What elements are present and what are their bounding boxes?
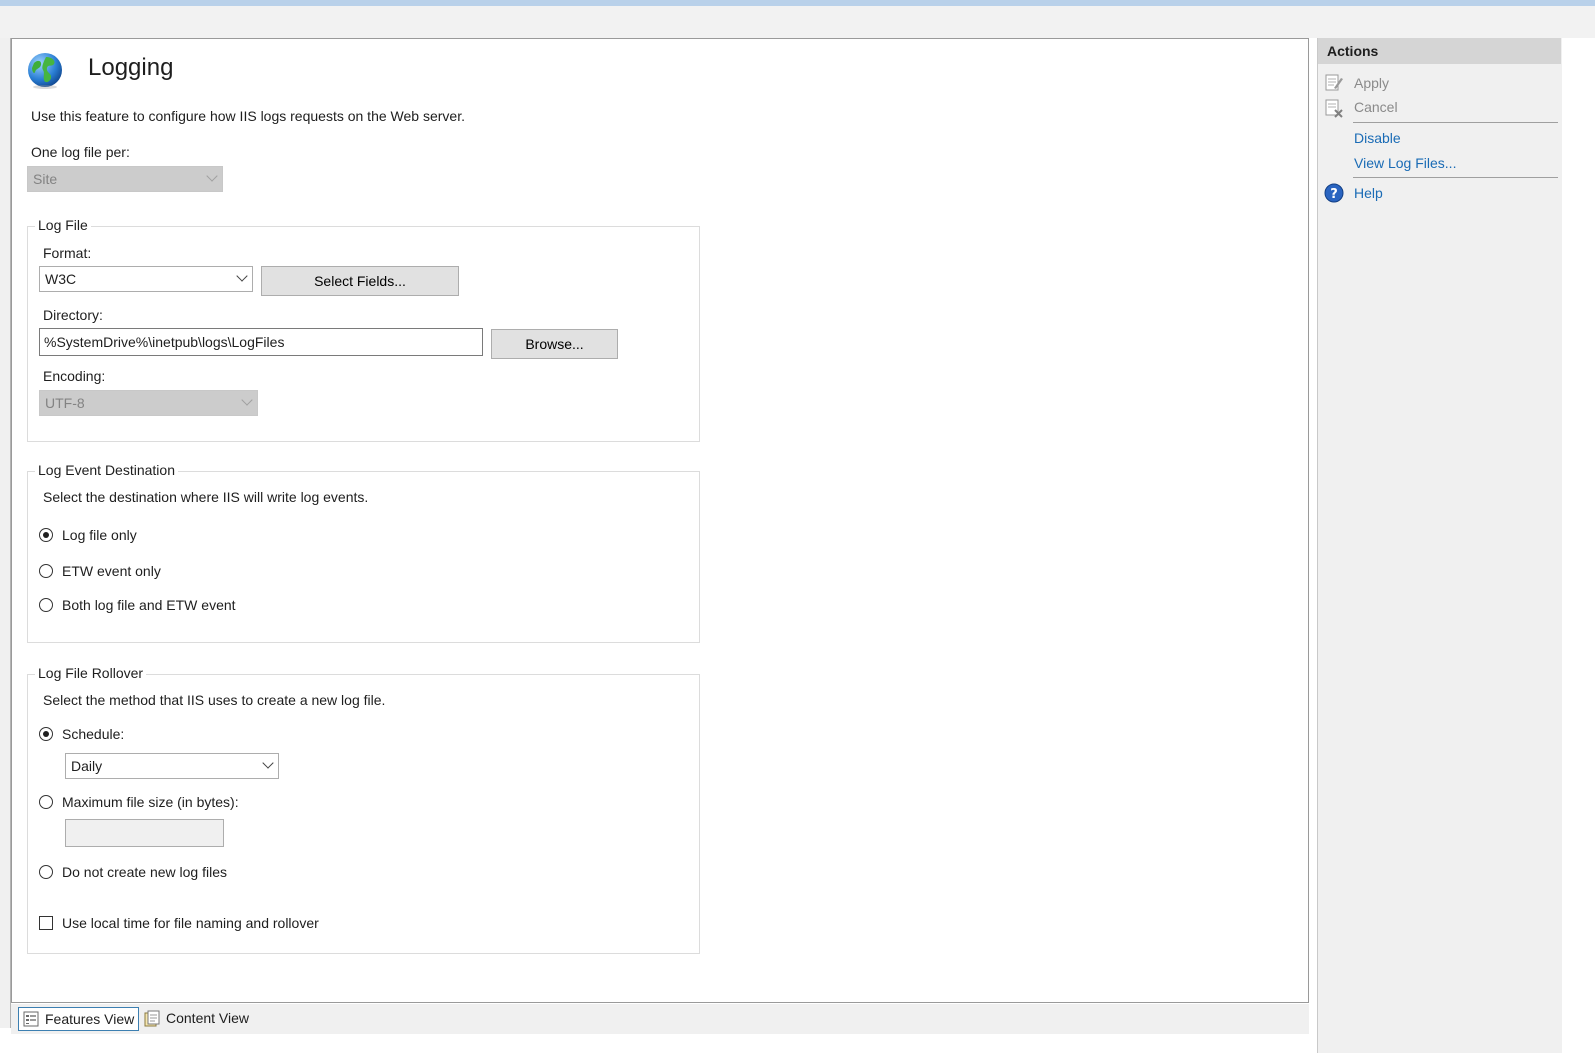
one-log-file-per-select[interactable]: Site <box>27 166 223 192</box>
use-local-time-label[interactable]: Use local time for file naming and rollo… <box>62 915 319 931</box>
schedule-select[interactable]: Daily <box>65 753 279 779</box>
directory-label: Directory: <box>43 307 103 323</box>
radio-both-log-file-and-etw-label[interactable]: Both log file and ETW event <box>62 597 236 613</box>
chevron-down-icon <box>206 170 218 182</box>
log-event-destination-legend: Log Event Destination <box>35 462 178 478</box>
disable-action[interactable]: Disable <box>1354 130 1401 146</box>
cancel-action[interactable]: Cancel <box>1354 99 1398 115</box>
encoding-label: Encoding: <box>43 368 106 384</box>
format-label: Format: <box>43 245 92 261</box>
chevron-down-icon <box>262 757 274 769</box>
encoding-value: UTF-8 <box>45 395 85 411</box>
format-value: W3C <box>45 271 77 287</box>
radio-maximum-file-size-label[interactable]: Maximum file size (in bytes): <box>62 794 239 810</box>
browse-button[interactable]: Browse... <box>491 329 618 359</box>
globe-icon <box>26 51 66 91</box>
content-view-label: Content View <box>166 1010 250 1026</box>
svg-text:?: ? <box>1330 187 1338 202</box>
apply-icon <box>1324 73 1344 93</box>
actions-divider <box>1353 177 1558 178</box>
features-view-label: Features View <box>45 1011 135 1027</box>
connections-pane-edge <box>0 38 11 1028</box>
radio-etw-event-only[interactable] <box>39 564 53 578</box>
radio-both-log-file-and-etw[interactable] <box>39 598 53 612</box>
content-view-tab[interactable]: Content View <box>140 1007 270 1031</box>
navigation-strip <box>0 6 1595 38</box>
select-fields-button[interactable]: Select Fields... <box>261 266 459 296</box>
content-view-icon <box>143 1010 161 1028</box>
one-log-file-per-value: Site <box>33 171 58 187</box>
log-event-destination-description: Select the destination where IIS will wr… <box>43 489 369 505</box>
actions-header: Actions <box>1318 38 1561 64</box>
features-view-tab[interactable]: Features View <box>18 1007 139 1031</box>
radio-etw-event-only-label[interactable]: ETW event only <box>62 563 161 579</box>
radio-do-not-create-new[interactable] <box>39 865 53 879</box>
features-view-icon <box>23 1011 39 1027</box>
help-action[interactable]: Help <box>1354 185 1383 201</box>
log-file-legend: Log File <box>35 217 91 233</box>
radio-schedule-label[interactable]: Schedule: <box>62 726 124 742</box>
help-icon: ? <box>1324 183 1344 203</box>
radio-log-file-only-label[interactable]: Log file only <box>62 527 137 543</box>
radio-maximum-file-size[interactable] <box>39 795 53 809</box>
actions-divider <box>1353 122 1558 123</box>
chevron-down-icon <box>236 270 248 282</box>
schedule-value: Daily <box>71 758 103 774</box>
directory-input[interactable]: %SystemDrive%\inetpub\logs\LogFiles <box>39 328 483 356</box>
log-file-rollover-group <box>27 674 700 954</box>
radio-log-file-only[interactable] <box>39 528 53 542</box>
page-title: Logging <box>88 54 174 81</box>
format-select[interactable]: W3C <box>39 266 253 292</box>
use-local-time-checkbox[interactable] <box>39 916 53 930</box>
apply-action[interactable]: Apply <box>1354 75 1389 91</box>
cancel-icon <box>1324 98 1344 118</box>
page-description: Use this feature to configure how IIS lo… <box>31 108 465 124</box>
log-file-rollover-legend: Log File Rollover <box>35 665 147 681</box>
view-log-files-action[interactable]: View Log Files... <box>1354 155 1456 171</box>
chevron-down-icon <box>241 394 253 406</box>
radio-schedule[interactable] <box>39 727 53 741</box>
one-log-file-per-label: One log file per: <box>31 144 130 160</box>
radio-do-not-create-new-label[interactable]: Do not create new log files <box>62 864 227 880</box>
maximum-file-size-input[interactable] <box>65 819 224 847</box>
encoding-select[interactable]: UTF-8 <box>39 390 258 416</box>
log-file-rollover-description: Select the method that IIS uses to creat… <box>43 692 386 708</box>
